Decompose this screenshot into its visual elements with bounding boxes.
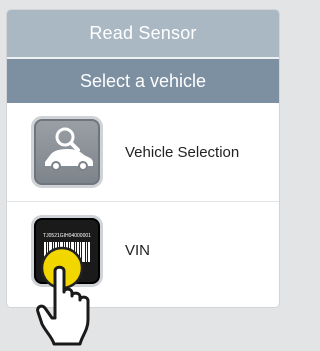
list-item-vehicle-selection[interactable]: Vehicle Selection bbox=[7, 103, 279, 201]
vehicle-selection-label: Vehicle Selection bbox=[125, 143, 240, 161]
vehicle-search-icon bbox=[31, 116, 103, 188]
section-header: Select a vehicle bbox=[7, 57, 279, 103]
tap-hand-icon bbox=[36, 244, 100, 346]
vin-barcode-text: TJ0521GIH04000001 bbox=[43, 233, 91, 239]
vin-label: VIN bbox=[125, 242, 151, 259]
page-title: Read Sensor bbox=[7, 10, 279, 57]
